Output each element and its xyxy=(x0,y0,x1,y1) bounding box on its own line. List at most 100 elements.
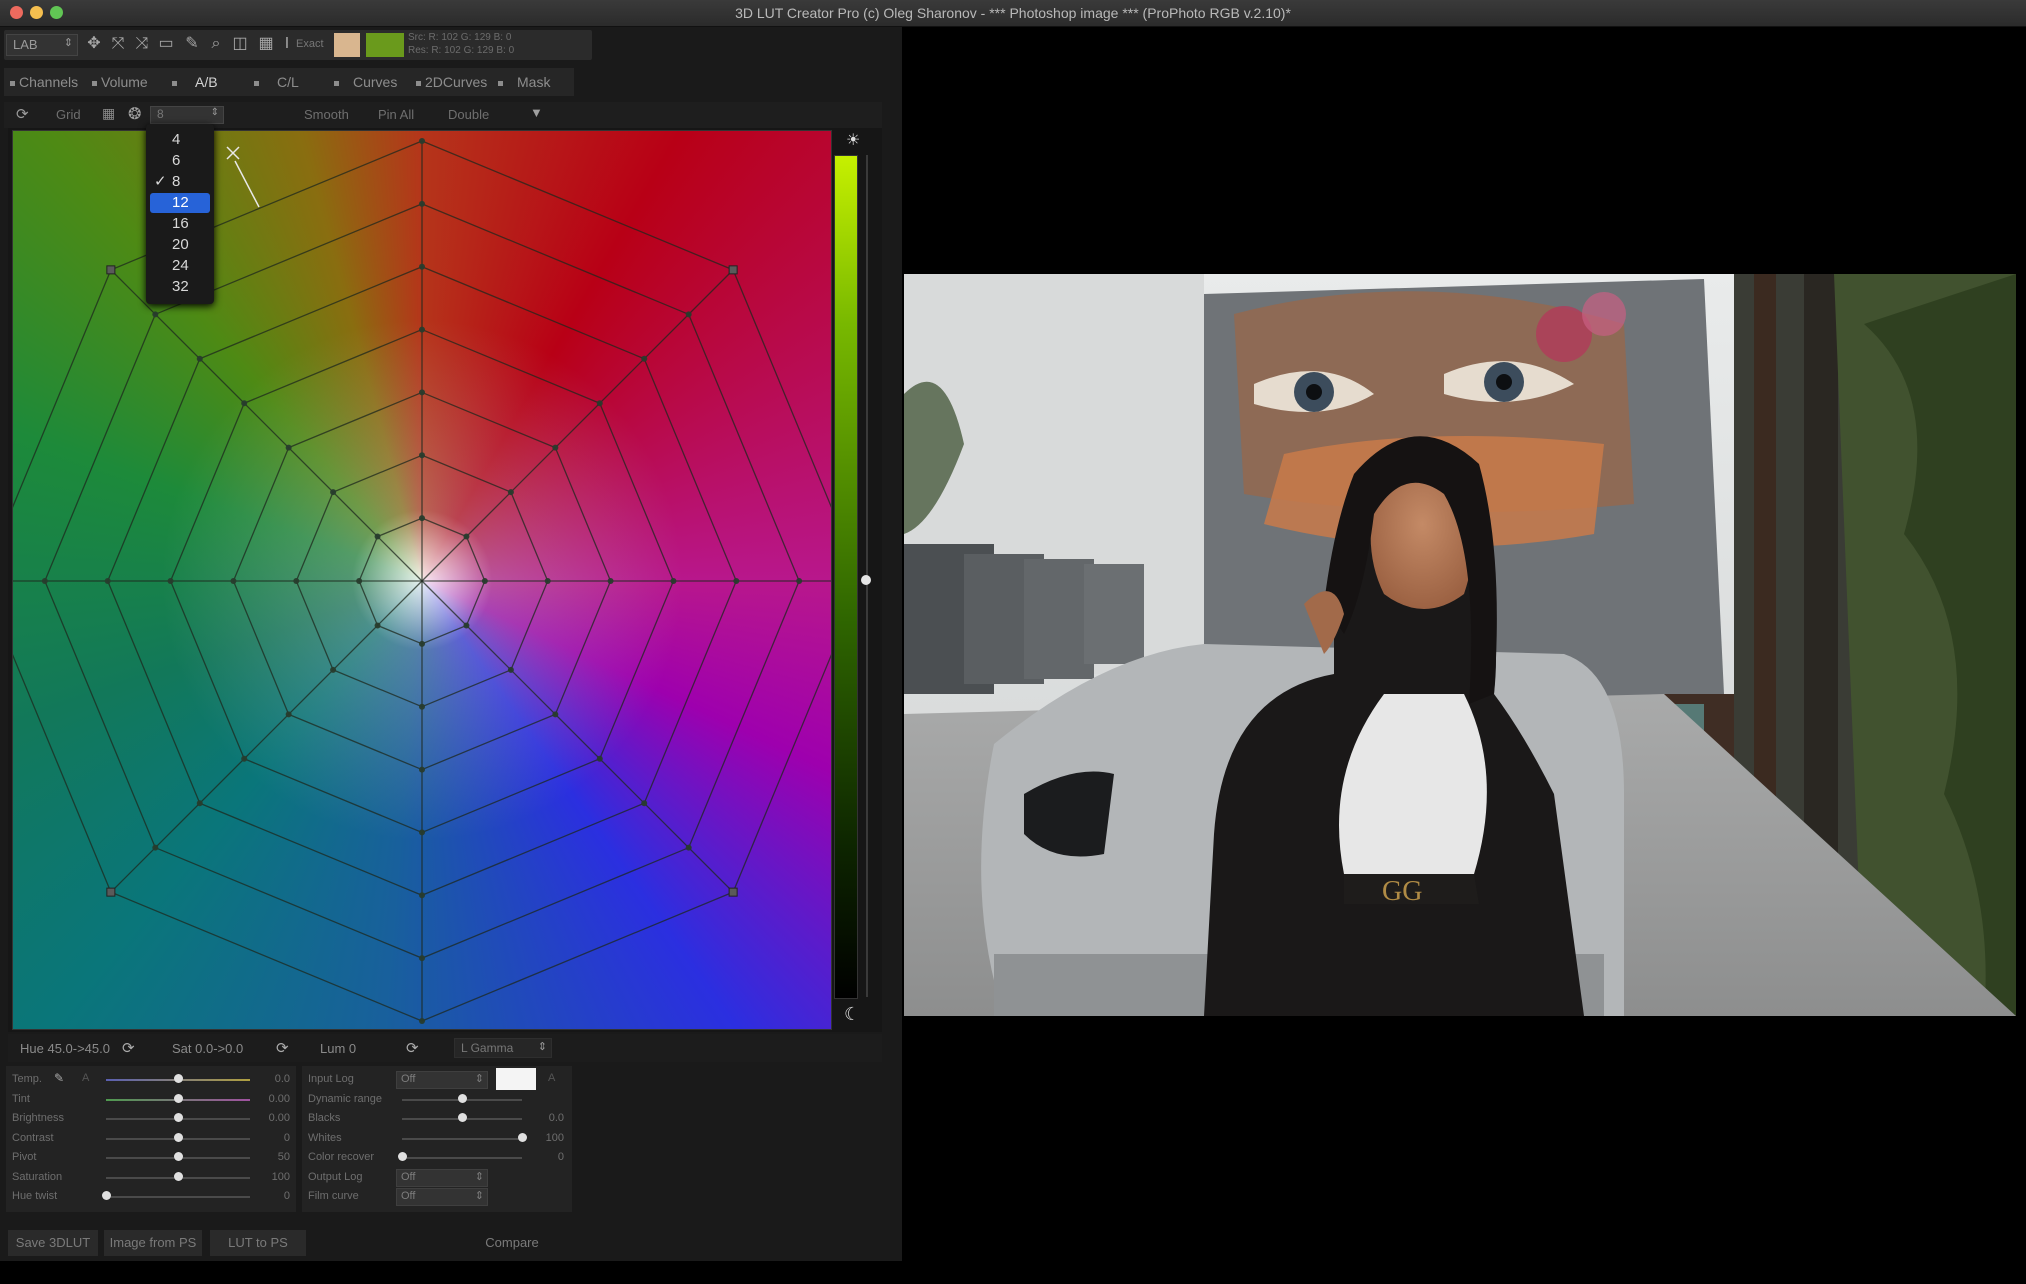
grid-control-point[interactable] xyxy=(685,844,692,851)
luminance-bar[interactable] xyxy=(834,155,858,999)
fit-icon[interactable]: ◫ xyxy=(230,34,250,54)
spider-grid[interactable] xyxy=(13,131,831,1029)
grid-control-point[interactable] xyxy=(544,578,551,584)
grid-control-point[interactable] xyxy=(419,263,425,270)
sun-icon[interactable]: ☀ xyxy=(846,130,860,150)
slider-knob[interactable] xyxy=(458,1113,467,1122)
select-rect-icon[interactable]: ▭ xyxy=(156,34,176,54)
grid-control-point[interactable] xyxy=(733,578,740,584)
grid-control-point[interactable] xyxy=(596,400,603,407)
move-icon[interactable]: ✥ xyxy=(84,34,104,54)
dropdown-option[interactable]: 20 xyxy=(146,235,214,255)
dropdown-option[interactable]: 32 xyxy=(146,277,214,297)
auto-log-button[interactable]: A xyxy=(548,1072,555,1084)
smooth-button[interactable]: Smooth xyxy=(304,107,349,122)
grid-control-point[interactable] xyxy=(419,892,425,899)
grid-control-point[interactable] xyxy=(419,515,425,522)
grid-control-point[interactable] xyxy=(104,578,111,584)
grid-control-point[interactable] xyxy=(419,1018,425,1024)
slider-knob[interactable] xyxy=(458,1093,467,1103)
grid-control-point[interactable] xyxy=(167,578,174,584)
dropdown-option[interactable]: 6 xyxy=(146,151,214,171)
grid-control-point[interactable] xyxy=(356,578,363,584)
zoom-icon[interactable]: ⌕ xyxy=(206,34,226,54)
gamma-select[interactable]: L Gamma ⇕ xyxy=(454,1038,552,1058)
slider-track[interactable] xyxy=(402,1157,522,1159)
grid-control-point[interactable] xyxy=(670,578,677,584)
tab-cl[interactable]: C/L xyxy=(254,74,299,90)
tab-volume[interactable]: Volume xyxy=(92,74,148,90)
reset-icon[interactable]: ⟳ xyxy=(16,105,29,123)
temperature-eyedropper-icon[interactable]: ✎ xyxy=(54,1071,64,1085)
source-color-marker[interactable] xyxy=(226,146,240,160)
grid-size-select[interactable]: 8 ⇕ xyxy=(150,106,224,124)
grid-control-point[interactable] xyxy=(241,400,248,407)
grid-control-point[interactable] xyxy=(419,766,425,773)
grid-control-point[interactable] xyxy=(596,755,603,762)
grid-control-point[interactable] xyxy=(419,703,425,710)
dropdown-option[interactable]: 24 xyxy=(146,256,214,276)
auto-wb-button[interactable]: A xyxy=(82,1072,89,1084)
pin-all-button[interactable]: Pin All xyxy=(378,107,414,122)
shrink-icon[interactable]: ⤨ xyxy=(132,34,152,54)
grid-control-point[interactable] xyxy=(507,666,514,673)
grid-control-point[interactable] xyxy=(152,311,159,318)
grid-control-point[interactable] xyxy=(481,578,488,584)
tab-2dcurves[interactable]: 2DCurves xyxy=(416,74,487,90)
slider-knob[interactable] xyxy=(174,1171,183,1181)
dropdown-option[interactable]: 12 xyxy=(150,193,210,213)
slider-knob[interactable] xyxy=(174,1152,183,1161)
slider-knob[interactable] xyxy=(398,1152,407,1161)
luminance-handle[interactable] xyxy=(861,575,871,585)
slider-knob[interactable] xyxy=(174,1113,183,1122)
log-select[interactable]: Off ⇕ xyxy=(396,1168,488,1187)
grid-control-point[interactable] xyxy=(552,711,559,718)
grid-control-point[interactable] xyxy=(285,444,292,451)
ab-color-grid[interactable] xyxy=(12,130,832,1030)
hue-reset-icon[interactable]: ⟳ xyxy=(122,1039,135,1057)
slider-track[interactable] xyxy=(402,1137,522,1140)
grid-control-point[interactable] xyxy=(419,138,425,144)
grid-control-point[interactable] xyxy=(641,800,648,807)
grid-toggle-icon[interactable]: ▦ xyxy=(102,105,115,122)
image-preview[interactable]: GG xyxy=(904,274,2016,1016)
grid-control-point[interactable] xyxy=(552,444,559,451)
grid-control-point[interactable] xyxy=(419,955,425,962)
slider-knob[interactable] xyxy=(174,1132,183,1142)
image-from-ps-button[interactable]: Image from PS xyxy=(104,1230,202,1256)
grid-anchor-point[interactable] xyxy=(728,265,738,275)
grid-control-point[interactable] xyxy=(374,622,381,629)
sat-reset-icon[interactable]: ⟳ xyxy=(276,1039,289,1057)
grid-control-point[interactable] xyxy=(330,489,337,496)
grid-control-point[interactable] xyxy=(419,640,425,647)
grid-control-point[interactable] xyxy=(463,622,470,629)
expand-icon[interactable]: ⤧ xyxy=(108,34,128,54)
grid-anchor-point[interactable] xyxy=(106,265,116,275)
grid-view-icon[interactable]: ▦ xyxy=(256,34,276,54)
dropdown-option[interactable]: 4 xyxy=(146,130,214,150)
grid-anchor-point[interactable] xyxy=(106,887,116,897)
white-swatch[interactable] xyxy=(496,1068,536,1090)
grid-control-point[interactable] xyxy=(419,389,425,396)
grid-control-point[interactable] xyxy=(230,578,237,584)
dropdown-option[interactable]: ✓ 8 xyxy=(146,172,214,192)
grid-control-point[interactable] xyxy=(641,355,648,362)
grid-control-point[interactable] xyxy=(419,452,425,459)
grid-control-point[interactable] xyxy=(330,666,337,673)
moon-icon[interactable]: ☾ xyxy=(844,1004,860,1025)
slider-knob[interactable] xyxy=(174,1093,183,1103)
dropdown-option[interactable]: 16 xyxy=(146,214,214,234)
grid-control-point[interactable] xyxy=(374,533,381,540)
grid-control-point[interactable] xyxy=(607,578,614,584)
grid-control-point[interactable] xyxy=(419,829,425,836)
grid-control-point[interactable] xyxy=(796,578,803,584)
grid-control-point[interactable] xyxy=(41,578,48,584)
tab-channels[interactable]: Channels xyxy=(10,74,78,90)
grid-control-point[interactable] xyxy=(463,533,470,540)
grid-control-point[interactable] xyxy=(196,355,203,362)
grid-control-point[interactable] xyxy=(285,711,292,718)
grid-control-point[interactable] xyxy=(419,326,425,333)
grid-control-point[interactable] xyxy=(419,200,425,207)
grid-control-point[interactable] xyxy=(196,800,203,807)
grid-control-point[interactable] xyxy=(685,311,692,318)
